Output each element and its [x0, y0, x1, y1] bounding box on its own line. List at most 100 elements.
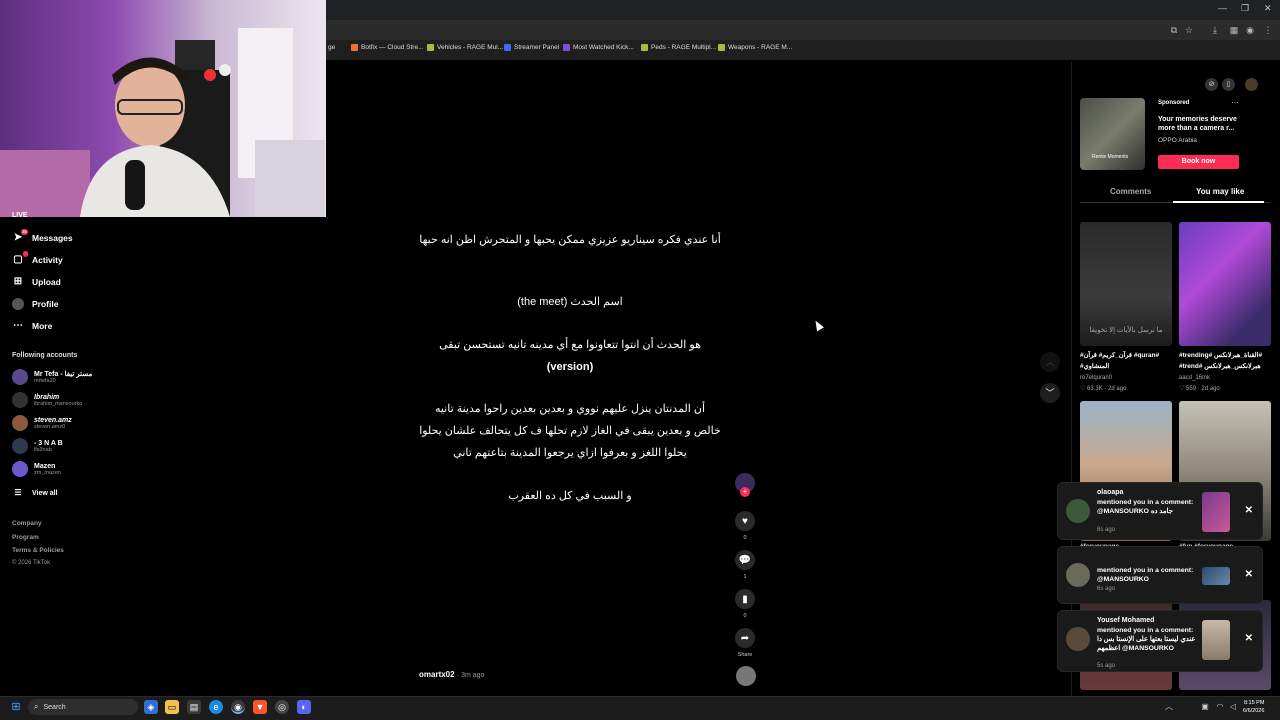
- following-account[interactable]: - 3 N A Bifs3nab: [12, 438, 63, 454]
- install-icon[interactable]: ⧉: [1168, 24, 1180, 36]
- notification-time: 5s ago: [1097, 663, 1116, 669]
- ad-thumbnail[interactable]: Remix Moments: [1080, 98, 1145, 170]
- bookmark-partial[interactable]: ge: [328, 44, 335, 51]
- sidebar-item-label: More: [32, 321, 53, 331]
- share-icon: ➦: [735, 628, 755, 648]
- save-button[interactable]: ▮ 0: [734, 589, 756, 619]
- share-label: Share: [737, 652, 753, 658]
- notification-toast[interactable]: olaoapa mentioned you in a comment: @MAN…: [1057, 482, 1263, 540]
- avatar: [12, 392, 28, 408]
- edge-icon[interactable]: e: [209, 700, 223, 714]
- bookmark-most-watched-kick[interactable]: Most Watched Kick...: [563, 44, 634, 51]
- wifi-icon[interactable]: ◠: [1213, 700, 1227, 714]
- footer-program[interactable]: Program: [12, 534, 39, 541]
- video-meta: ♡ 559 · 2d ago: [1179, 385, 1220, 392]
- post-author[interactable]: omartx02: [419, 670, 455, 679]
- phone-icon[interactable]: ▯: [1222, 78, 1235, 91]
- terminal-icon[interactable]: ▤: [187, 700, 201, 714]
- close-window-icon[interactable]: ✕: [1264, 3, 1272, 14]
- extensions-icon[interactable]: ▦: [1228, 24, 1240, 36]
- sound-disc-icon[interactable]: [736, 666, 756, 686]
- following-account[interactable]: Mr Tefa - مستر تيفا mrtefa20: [12, 369, 92, 385]
- volume-icon[interactable]: ◁: [1226, 700, 1240, 714]
- menu-dots-icon[interactable]: ⋮: [1262, 24, 1274, 36]
- close-icon[interactable]: ✕: [1245, 505, 1253, 516]
- bookmark-vehicles[interactable]: Vehicles - RAGE Mul...: [427, 44, 503, 51]
- sidebar-item-messages[interactable]: ➤ 35 Messages: [12, 229, 73, 244]
- sidebar-item-upload[interactable]: ⊞ Upload: [12, 276, 61, 288]
- footer-copyright: © 2026 TikTok: [12, 560, 51, 566]
- ad-thumb-text: Remix Moments: [1092, 154, 1129, 160]
- thumbnail-overlay-text: ما نرسل بالآيات إلا تخويفا: [1089, 327, 1163, 334]
- ad-title: Your memories deserve more than a camera…: [1158, 116, 1237, 132]
- taskbar-clock[interactable]: 8:15 PM 6/6/2026: [1243, 699, 1264, 715]
- avatar: [1066, 627, 1090, 651]
- video-caption[interactable]: #trending# القناة_هبرلانكس#: [1179, 351, 1271, 359]
- share-button[interactable]: ➦ Share: [734, 628, 756, 658]
- notification-text: mentioned you in a comment: @MANSOURKO: [1097, 567, 1194, 583]
- app-icon[interactable]: ◎: [275, 700, 289, 714]
- windows-start-icon[interactable]: ⊞: [9, 700, 23, 714]
- sidebar-item-more[interactable]: ⋯ More: [12, 320, 52, 332]
- tab-comments[interactable]: Comments: [1110, 187, 1151, 196]
- bookmark-weapons[interactable]: Weapons - RAGE M...: [718, 44, 792, 51]
- tray-icon[interactable]: ▣: [1198, 700, 1212, 714]
- ad-more-icon[interactable]: ⋯: [1231, 98, 1239, 107]
- like-button[interactable]: ♥ 0: [734, 511, 756, 541]
- follow-plus-icon[interactable]: +: [740, 487, 750, 497]
- brave-icon[interactable]: ▼: [253, 700, 267, 714]
- bookmark-botfix[interactable]: Botfix — Cloud Stre...: [351, 44, 424, 51]
- footer-terms[interactable]: Terms & Policies: [12, 547, 64, 554]
- video-caption-2[interactable]: المنشاوي#: [1080, 362, 1172, 370]
- file-explorer-icon[interactable]: ▭: [165, 700, 179, 714]
- video-author[interactable]: ro7elquran0: [1080, 375, 1112, 381]
- account-icon[interactable]: ◉: [1244, 24, 1256, 36]
- avatar: [1066, 499, 1090, 523]
- sidebar-item-activity[interactable]: ▢ Activity: [12, 251, 63, 266]
- sidebar-item-label: Messages: [32, 233, 73, 243]
- save-count: 0: [743, 613, 747, 619]
- view-all-link[interactable]: ☰ View all: [12, 487, 57, 499]
- video-thumbnail[interactable]: [1179, 222, 1271, 346]
- comment-button[interactable]: 💬 1: [734, 550, 756, 580]
- video-thumbnail[interactable]: ما نرسل بالآيات إلا تخويفا: [1080, 222, 1172, 346]
- tray-chevron-icon[interactable]: ︿: [1162, 700, 1176, 714]
- taskbar-search[interactable]: ⌕ Search: [28, 699, 138, 715]
- video-caption-2[interactable]: #trend# هبرلانكس_هبرلانكس: [1179, 362, 1271, 370]
- following-account[interactable]: steven.amz steven.amz0: [12, 415, 72, 431]
- post-text-line: (version): [546, 361, 594, 373]
- restore-icon[interactable]: ❐: [1241, 3, 1249, 14]
- account-handle: ifs3nab: [34, 446, 52, 453]
- ad-brand[interactable]: OPPO Arabia: [1158, 137, 1197, 144]
- following-account[interactable]: Ibrahim ibrahim_mansourko: [12, 392, 82, 408]
- following-account[interactable]: Mazen zm_mazen: [12, 461, 61, 477]
- sidebar-item-label: Upload: [32, 277, 61, 287]
- notification-preview: [1202, 492, 1230, 532]
- footer-company[interactable]: Company: [12, 520, 42, 527]
- notification-toast[interactable]: Yousef Mohamed mentioned you in a commen…: [1057, 610, 1263, 672]
- video-caption[interactable]: #quran# قرآن_كريم# قرآن#: [1080, 351, 1172, 359]
- book-now-button[interactable]: Book now: [1158, 155, 1239, 169]
- discord-icon[interactable]: ◐: [297, 700, 311, 714]
- close-icon[interactable]: ✕: [1245, 633, 1253, 644]
- notification-toast[interactable]: mentioned you in a comment: @MANSOURKO 6…: [1057, 546, 1263, 604]
- video-author[interactable]: aacd_16mk: [1179, 375, 1210, 381]
- bookmark-streamer-panel[interactable]: Streamer Panel: [504, 44, 559, 51]
- compass-icon[interactable]: ⊘: [1205, 78, 1218, 91]
- bookmark-peds[interactable]: Peds - RAGE Multipl...: [641, 44, 716, 51]
- minimize-icon[interactable]: —: [1218, 3, 1227, 13]
- chrome-icon[interactable]: ◉: [231, 700, 245, 714]
- chevron-up-icon[interactable]: ︿: [1040, 352, 1060, 372]
- video-time: · 2d ago: [1104, 386, 1127, 392]
- tab-you-may-like[interactable]: You may like: [1196, 187, 1244, 196]
- download-icon[interactable]: ⤓: [1209, 24, 1221, 36]
- avatar: [12, 415, 28, 431]
- user-avatar[interactable]: [1245, 78, 1258, 91]
- chevron-down-icon[interactable]: ﹀: [1040, 383, 1060, 403]
- sidebar-live-label[interactable]: LIVE: [12, 212, 28, 219]
- sidebar-item-profile[interactable]: Profile: [12, 298, 58, 310]
- creator-avatar-button[interactable]: +: [734, 473, 756, 497]
- star-icon[interactable]: ☆: [1183, 24, 1195, 36]
- copilot-icon[interactable]: ◈: [144, 700, 158, 714]
- close-icon[interactable]: ✕: [1245, 569, 1253, 580]
